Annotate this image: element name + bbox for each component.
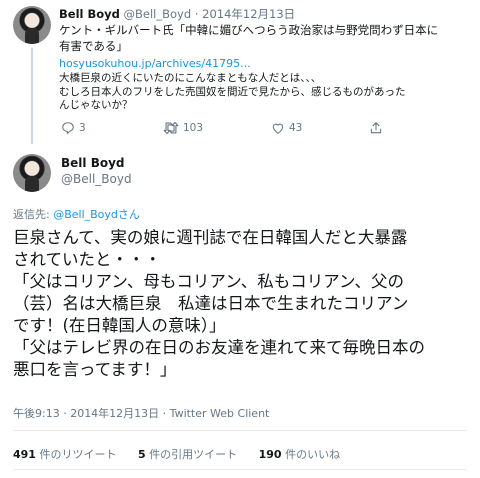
retweets-label: 件のリツイート: [35, 448, 117, 461]
share-icon: [369, 121, 383, 135]
retweets-stat[interactable]: 491 件のリツイート: [13, 448, 116, 461]
text-line: 「父はコリアン、母もコリアン、私もコリアン、父の: [13, 272, 405, 291]
text-line: （芸）名は大橋巨泉 私達は日本で生まれたコリアン: [13, 294, 409, 313]
tweet-thread: Bell Boyd @Bell_Boyd · 2014年12月13日 ケント・ギ…: [0, 0, 480, 478]
main-tweet-text: 巨泉さんて、実の娘に週刊誌で在日韓国人だと大暴露 されていたと・・・ 「父はコリ…: [13, 227, 473, 381]
body-line: むしろ日本人のフリをした売国奴を間近で見たから、感じるものがあった: [59, 85, 406, 98]
likes-stat[interactable]: 190 件のいいね: [259, 448, 340, 461]
text-line: 有害である」: [59, 39, 128, 53]
author-name[interactable]: Bell Boyd: [61, 156, 125, 170]
text-line: ケント・ギルバート氏「中韓に媚びへつらう政治家は与野党問わず日本に: [59, 23, 439, 37]
reply-icon: [61, 121, 75, 135]
divider: [13, 430, 467, 431]
body-line: んじゃないか？: [59, 99, 133, 111]
article-link[interactable]: hosyusokuhou.jp/archives/41795...: [59, 57, 251, 70]
text-line: 「父はテレビ界の在日のお友達を連れて来て毎晩日本の: [13, 338, 426, 357]
replying-to: 返信先: @Bell_Boydさん: [13, 206, 140, 222]
share-button[interactable]: [369, 121, 383, 135]
parent-tweet[interactable]: Bell Boyd @Bell_Boyd · 2014年12月13日 ケント・ギ…: [0, 0, 480, 146]
replying-to-label: 返信先:: [13, 208, 54, 221]
likes-label: 件のいいね: [281, 448, 341, 461]
quotes-label: 件の引用ツイート: [145, 448, 238, 461]
parent-tweet-body: 大橋巨泉の近くにいたのにこんなまともな人だとは、、、 むしろ日本人のフリをした売…: [59, 72, 406, 113]
quotes-stat[interactable]: 5 件の引用ツイート: [138, 448, 237, 461]
reply-button[interactable]: 3: [61, 121, 86, 135]
author-name[interactable]: Bell Boyd: [59, 7, 120, 21]
separator-dot: ·: [194, 7, 199, 21]
heart-icon: [271, 121, 285, 135]
retweets-count: 491: [13, 448, 36, 461]
tweet-date[interactable]: 2014年12月13日: [202, 7, 295, 21]
quotes-count: 5: [137, 448, 146, 461]
retweet-icon: [163, 121, 179, 135]
like-count: 43: [289, 122, 303, 134]
author-handle[interactable]: @Bell_Boyd: [61, 172, 132, 186]
text-line: です！(在日韓国人の意味）」: [13, 316, 226, 335]
retweet-count: 103: [183, 122, 204, 134]
tweet-timestamp-source[interactable]: 午後9:13 · 2014年12月13日 · Twitter Web Clien…: [13, 405, 269, 421]
parent-tweet-text: ケント・ギルバート氏「中韓に媚びへつらう政治家は与野党問わず日本に 有害である」: [59, 22, 469, 54]
text-line: 悪口を言ってます！」: [13, 360, 177, 379]
engagement-stats: 491 件のリツイート 5 件の引用ツイート 190 件のいいね: [13, 446, 358, 462]
like-button[interactable]: 43: [271, 121, 302, 135]
avatar[interactable]: [13, 154, 51, 192]
tweet-actions: 3 103 43: [59, 121, 382, 137]
body-line: 大橋巨泉の近くにいたのにこんなまともな人だとは、、、: [59, 72, 322, 84]
text-line: 巨泉さんて、実の娘に週刊誌で在日韓国人だと大暴露: [13, 228, 408, 247]
text-line: されていたと・・・: [13, 250, 162, 269]
likes-count: 190: [258, 448, 282, 461]
divider: [13, 469, 467, 470]
reply-count: 3: [79, 122, 86, 134]
parent-tweet-header: Bell Boyd @Bell_Boyd · 2014年12月13日: [59, 6, 295, 22]
author-handle[interactable]: @Bell_Boyd: [124, 7, 192, 21]
replying-to-link[interactable]: @Bell_Boydさん: [53, 208, 140, 221]
avatar[interactable]: [13, 6, 51, 44]
retweet-button[interactable]: 103: [163, 121, 203, 135]
thread-connector-line: [31, 48, 33, 144]
